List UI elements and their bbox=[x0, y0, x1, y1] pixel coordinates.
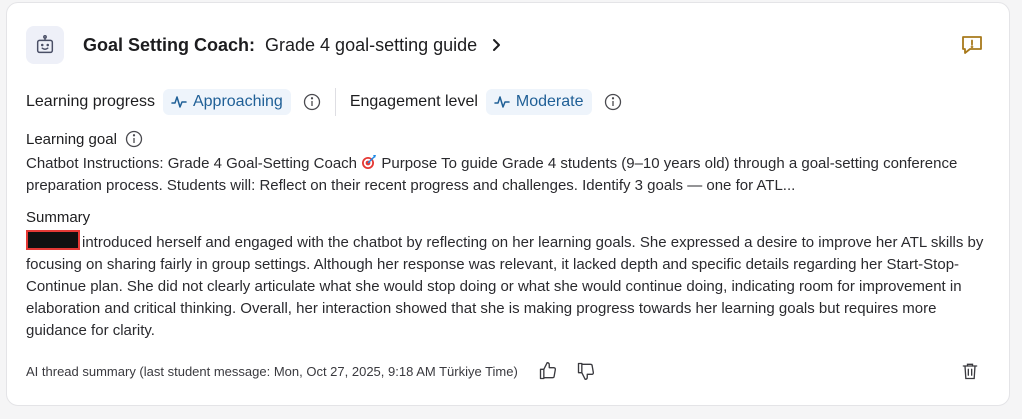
engagement-level-value: Moderate bbox=[515, 93, 584, 110]
target-icon bbox=[361, 154, 377, 170]
chevron-right-icon[interactable] bbox=[489, 38, 503, 52]
summary-text: introduced herself and engaged with the … bbox=[26, 230, 1001, 342]
learning-progress-badge: Approaching bbox=[162, 89, 291, 115]
thumbs-down-icon[interactable] bbox=[576, 361, 596, 381]
activity-icon bbox=[171, 94, 187, 110]
card-footer: AI thread summary (last student message:… bbox=[26, 359, 990, 383]
learning-goal-text: Chatbot Instructions: Grade 4 Goal-Setti… bbox=[26, 153, 996, 197]
robot-icon bbox=[26, 26, 64, 64]
learning-progress-label: Learning progress bbox=[26, 93, 155, 110]
learning-progress-value: Approaching bbox=[192, 93, 283, 110]
info-icon[interactable] bbox=[303, 93, 321, 111]
thumbs-up-icon[interactable] bbox=[538, 361, 558, 381]
page-title: Goal Setting Coach: bbox=[83, 34, 256, 55]
activity-icon bbox=[494, 94, 510, 110]
learning-goal-heading: Learning goal bbox=[26, 130, 143, 148]
redacted-student-name bbox=[26, 230, 80, 250]
info-icon[interactable] bbox=[604, 93, 622, 111]
summary-label: Summary bbox=[26, 209, 91, 226]
goal-text-part1: Chatbot Instructions: Grade 4 Goal-Setti… bbox=[26, 155, 362, 172]
thread-meta: AI thread summary (last student message:… bbox=[26, 363, 518, 379]
divider bbox=[334, 88, 336, 116]
summary-body: introduced herself and engaged with the … bbox=[26, 234, 984, 339]
guide-link[interactable]: Grade 4 goal-setting guide bbox=[265, 35, 477, 56]
engagement-level-badge: Moderate bbox=[485, 89, 592, 115]
metrics-row: Learning progress Approaching Engagement… bbox=[26, 87, 622, 117]
summary-card: Goal Setting Coach: Grade 4 goal-setting… bbox=[6, 2, 1010, 406]
info-icon[interactable] bbox=[125, 130, 143, 148]
report-icon[interactable] bbox=[960, 33, 984, 57]
trash-icon[interactable] bbox=[960, 361, 980, 381]
engagement-level-label: Engagement level bbox=[349, 93, 478, 110]
learning-goal-label: Learning goal bbox=[26, 130, 117, 148]
card-header: Goal Setting Coach: Grade 4 goal-setting… bbox=[26, 25, 990, 65]
